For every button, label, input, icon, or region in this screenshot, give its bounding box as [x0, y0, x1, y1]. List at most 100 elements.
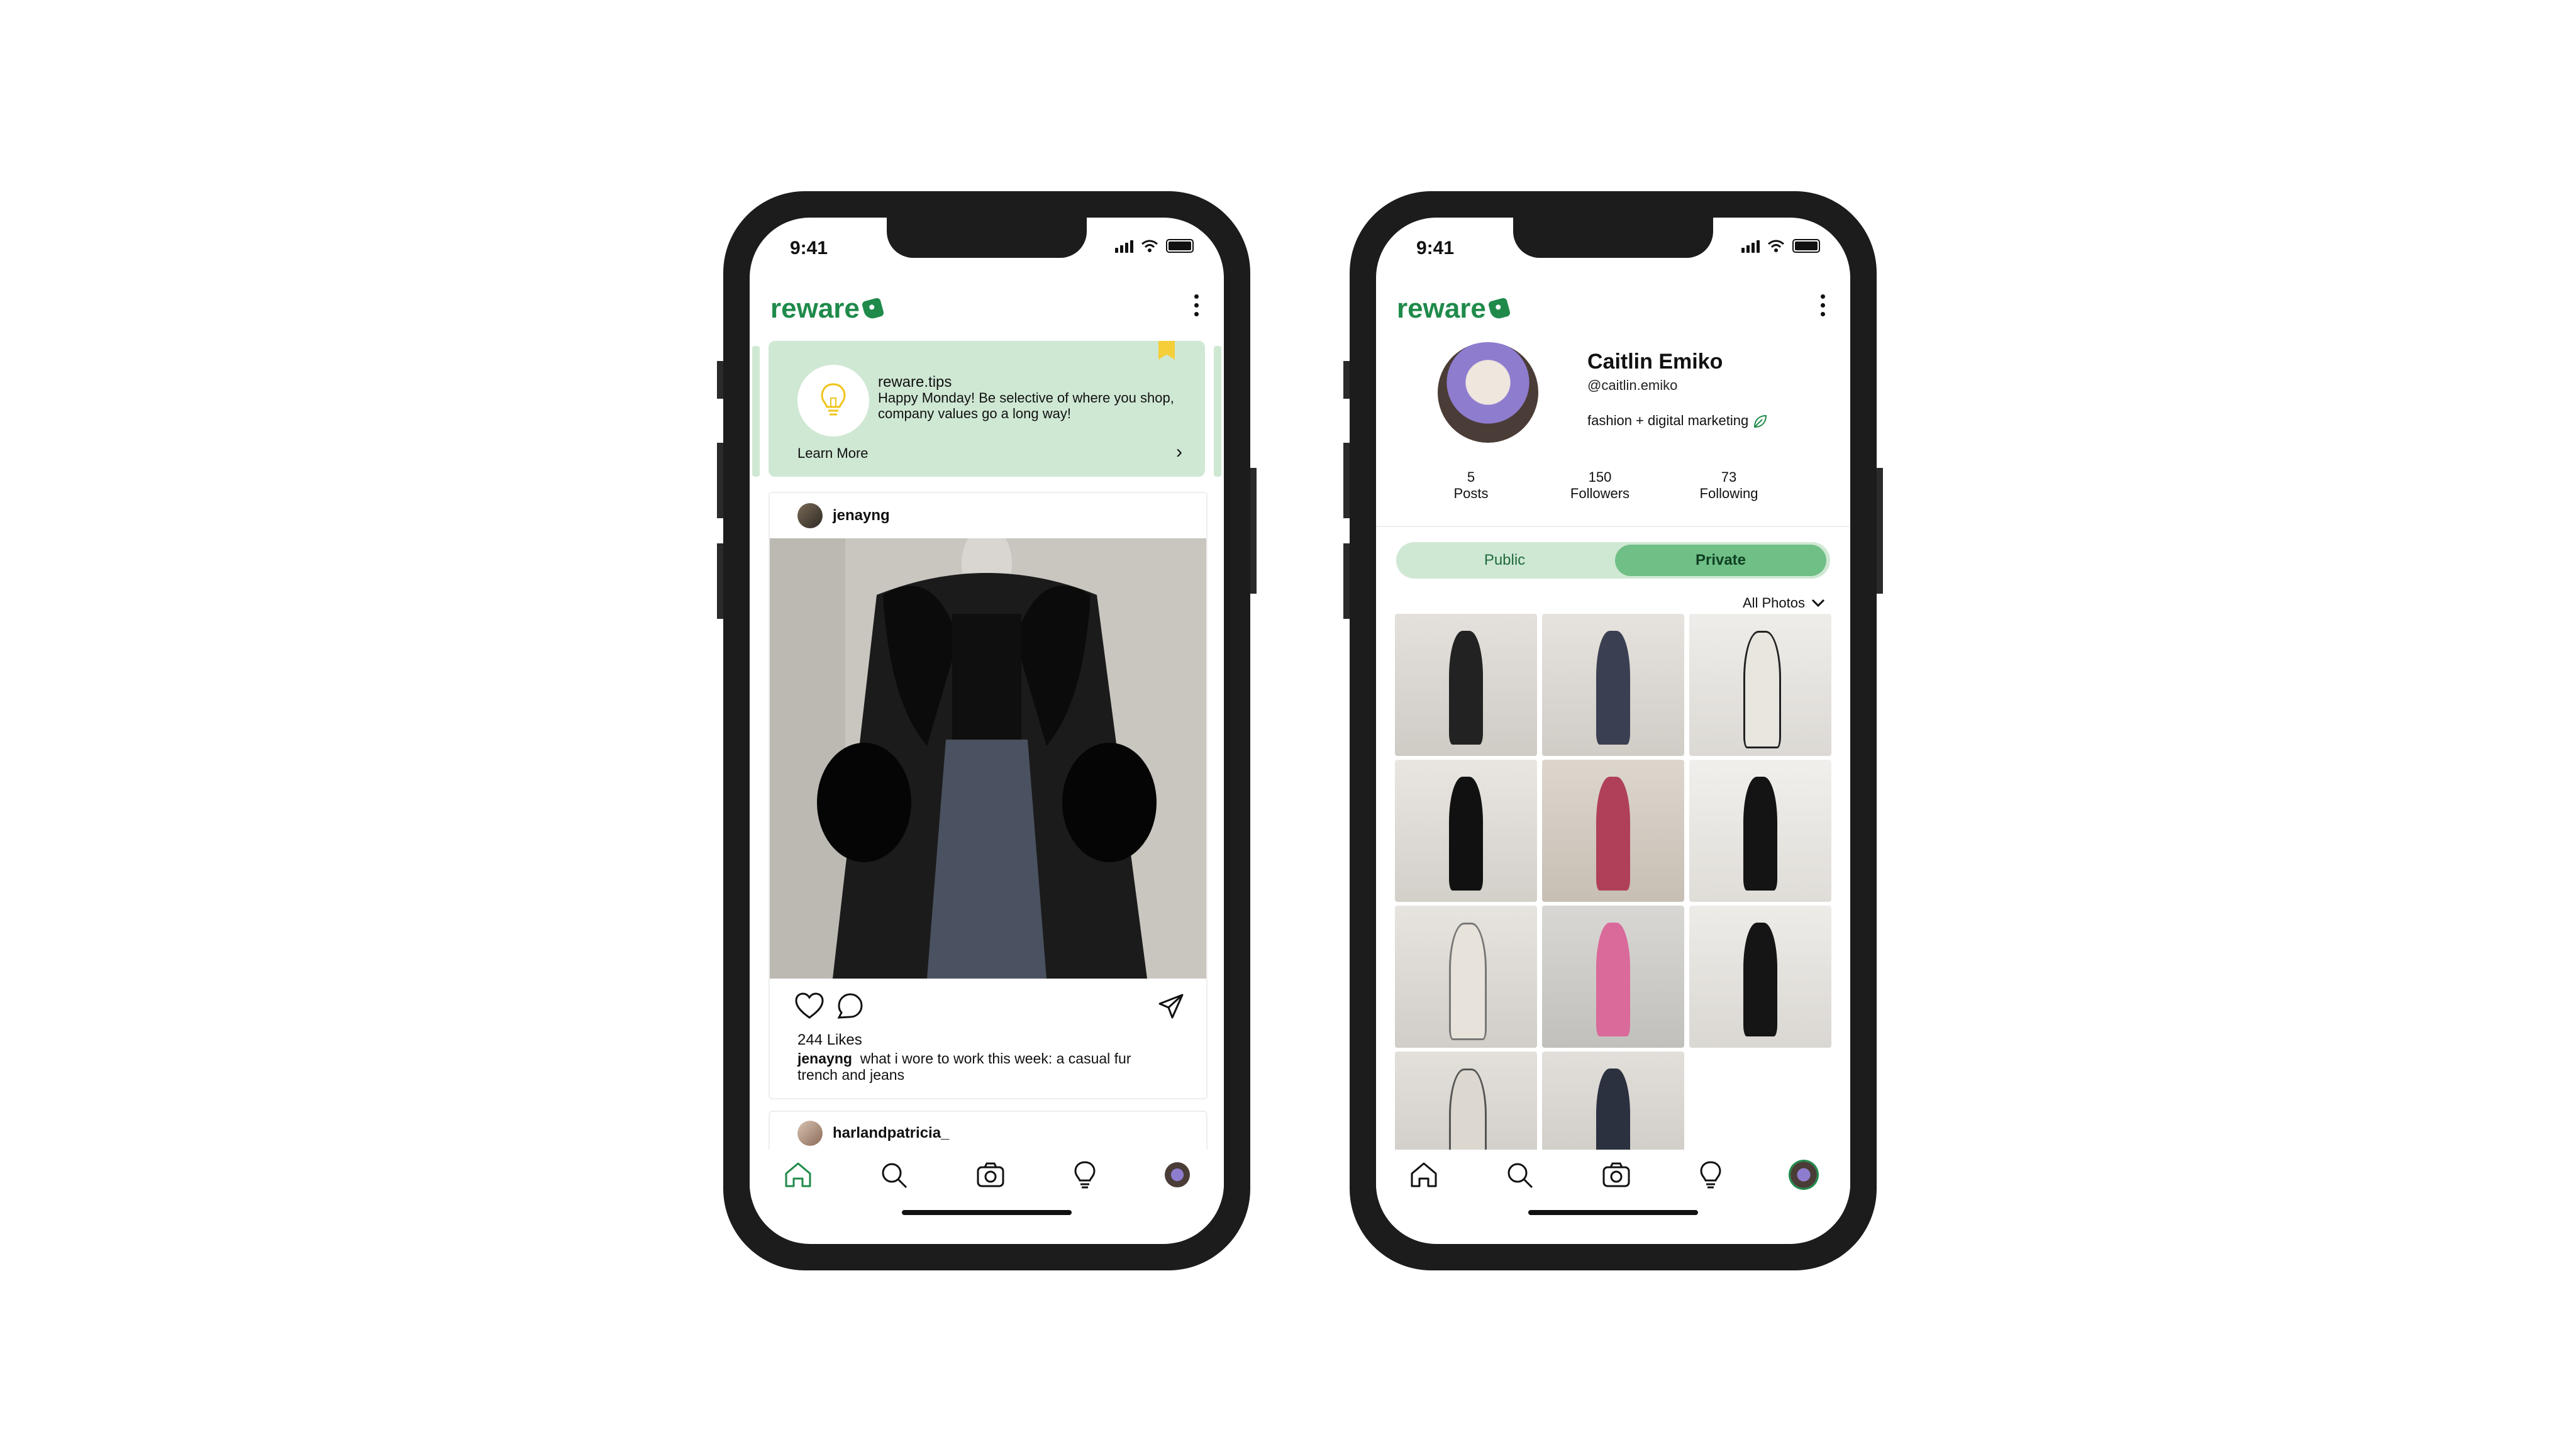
avatar[interactable] [797, 503, 823, 528]
side-button [1877, 468, 1883, 594]
profile-screen: 9:41 reware Caitlin Emiko @caitlin.emiko… [1376, 218, 1850, 1244]
chevron-right-icon[interactable]: › [1176, 443, 1182, 462]
logo-text: reware [1397, 293, 1486, 324]
side-button [717, 443, 723, 518]
post-username[interactable]: jenayng [833, 507, 890, 525]
status-icons [1115, 239, 1194, 253]
app-logo[interactable]: reware [1397, 293, 1511, 325]
avatar[interactable] [797, 1121, 823, 1146]
lightbulb-icon [821, 383, 846, 416]
camera-icon[interactable] [1602, 1161, 1631, 1189]
app-logo[interactable]: reware [770, 293, 885, 325]
status-time: 9:41 [1416, 238, 1455, 258]
learn-more-link[interactable]: Learn More [797, 445, 869, 462]
search-icon[interactable] [880, 1161, 909, 1189]
carousel-peek-right [1214, 346, 1221, 477]
tips-message: Happy Monday! Be selective of where you … [878, 390, 1174, 421]
more-options-icon[interactable] [1194, 294, 1199, 316]
notch [887, 218, 1087, 258]
grid-photo[interactable] [1395, 760, 1537, 902]
status-time: 9:41 [790, 238, 828, 258]
stat-label: Posts [1453, 486, 1489, 501]
photo-filter-dropdown[interactable]: All Photos [1743, 595, 1825, 611]
post-header[interactable]: harlandpatricia_ [797, 1121, 949, 1146]
profile-avatar[interactable] [1790, 1162, 1817, 1188]
price-tag-icon [1487, 297, 1511, 321]
stat-value: 73 [1721, 469, 1737, 485]
lightbulb-icon[interactable] [1698, 1160, 1723, 1189]
tips-handle[interactable]: reware.tips [878, 374, 952, 391]
lightbulb-icon[interactable] [1072, 1160, 1097, 1189]
grid-photo[interactable] [1542, 760, 1684, 902]
divider [1376, 526, 1850, 527]
toggle-public[interactable]: Public [1396, 542, 1613, 579]
heart-icon[interactable] [795, 992, 824, 1020]
home-icon[interactable] [784, 1161, 813, 1189]
chevron-down-icon [1811, 599, 1825, 608]
price-tag-icon [861, 297, 885, 321]
profile-bio-text: fashion + digital marketing [1587, 413, 1749, 428]
feed-screen: 9:41 reware reware.tips Happy Monday! Be… [750, 218, 1224, 1244]
comment-icon[interactable] [836, 992, 864, 1020]
stat-following[interactable]: 73 Following [1682, 469, 1776, 502]
side-button [717, 543, 723, 619]
wifi-icon [1768, 240, 1784, 252]
side-button [1343, 361, 1350, 399]
photo-grid [1395, 614, 1831, 1194]
grid-photo[interactable] [1542, 906, 1684, 1048]
wifi-icon [1141, 240, 1158, 252]
status-icons [1741, 239, 1820, 253]
visibility-toggle: Public Private [1396, 542, 1830, 579]
signal-icon [1115, 239, 1133, 253]
bottom-nav [750, 1150, 1224, 1200]
grid-photo[interactable] [1395, 614, 1537, 756]
home-indicator[interactable] [1528, 1210, 1698, 1215]
stat-posts[interactable]: 5 Posts [1424, 469, 1518, 502]
battery-icon [1792, 239, 1820, 253]
home-indicator[interactable] [902, 1210, 1072, 1215]
phone-feed: 9:41 reware reware.tips Happy Monday! Be… [717, 191, 1257, 1270]
post-username[interactable]: harlandpatricia_ [833, 1124, 949, 1142]
signal-icon [1741, 239, 1760, 253]
home-icon[interactable] [1409, 1161, 1438, 1189]
leaf-icon [1754, 415, 1767, 428]
side-button [1343, 543, 1350, 619]
side-button [717, 361, 723, 399]
caption-username[interactable]: jenayng [797, 1050, 852, 1067]
toggle-private[interactable]: Private [1615, 545, 1826, 576]
stat-label: Followers [1570, 486, 1630, 501]
profile-bio: fashion + digital marketing [1587, 413, 1767, 429]
post-photo[interactable] [770, 538, 1206, 979]
stat-value: 5 [1467, 469, 1475, 485]
profile-handle: @caitlin.emiko [1587, 377, 1678, 393]
tips-avatar [797, 365, 869, 436]
more-options-icon[interactable] [1821, 294, 1825, 316]
battery-icon [1166, 239, 1194, 253]
post-card: jenayng 244 Likes jenayng what i wore to… [769, 492, 1208, 1099]
profile-name: Caitlin Emiko [1587, 350, 1723, 374]
tips-card[interactable]: reware.tips Happy Monday! Be selective o… [769, 341, 1205, 477]
grid-photo[interactable] [1689, 906, 1831, 1048]
stat-followers[interactable]: 150 Followers [1553, 469, 1647, 502]
share-icon[interactable] [1157, 992, 1185, 1020]
stat-value: 150 [1588, 469, 1612, 485]
post-actions [795, 992, 1185, 1020]
grid-photo[interactable] [1542, 614, 1684, 756]
grid-photo[interactable] [1689, 614, 1831, 756]
profile-avatar[interactable] [1165, 1162, 1191, 1187]
grid-photo[interactable] [1689, 760, 1831, 902]
search-icon[interactable] [1506, 1161, 1535, 1189]
stat-label: Following [1699, 486, 1758, 501]
carousel-peek-left [752, 346, 760, 477]
notch [1513, 218, 1713, 258]
side-button [1343, 443, 1350, 518]
profile-stats: 5 Posts 150 Followers 73 Following [1424, 469, 1776, 502]
grid-photo[interactable] [1395, 906, 1537, 1048]
post-likes[interactable]: 244 Likes [797, 1031, 862, 1049]
bookmark-icon[interactable] [1158, 341, 1175, 360]
camera-icon[interactable] [976, 1161, 1005, 1189]
post-caption: jenayng what i wore to work this week: a… [797, 1050, 1175, 1083]
profile-avatar-large[interactable] [1438, 342, 1538, 443]
post-header[interactable]: jenayng [797, 503, 890, 528]
bottom-nav [1376, 1150, 1850, 1200]
